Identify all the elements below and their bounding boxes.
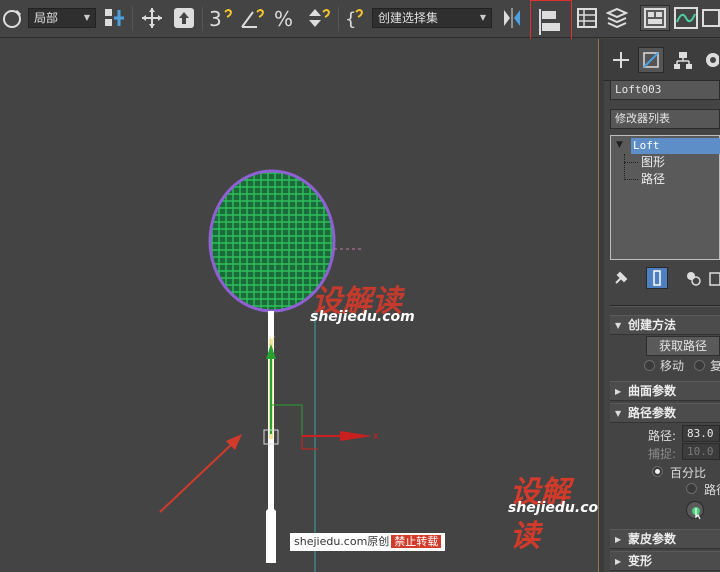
reference-coord-dropdown[interactable]: 局部 ▼ [28,8,96,28]
stack-item-loft[interactable]: Loft [631,138,720,154]
transform-gizmo[interactable]: y x [263,334,379,450]
select-link-icon[interactable] [0,5,26,31]
handle-taper [266,507,276,511]
mirror-icon[interactable] [498,5,526,31]
credit-site: shejiedu.com原创 [294,535,390,548]
layers-icon[interactable] [604,5,630,31]
axis-y-label: y [269,334,275,345]
motion-tab-icon[interactable] [700,47,720,73]
snap-value-spinner[interactable]: 10.0 [682,443,720,460]
stack-item-path[interactable]: 路径 [641,171,665,187]
toolbar-divider [338,7,339,31]
expand-triangle-icon: ▶ [615,557,622,566]
remove-modifier-icon[interactable] [708,269,720,287]
svg-text:%: % [274,7,293,30]
perspective-viewport[interactable]: y x 设解读 shejiedu.com 设解读 shejiedu.com sh… [0,39,613,572]
object-name-field[interactable]: Loft003 [610,80,720,100]
path-steps-radio[interactable] [686,483,697,494]
expand-triangle-icon: ▶ [615,387,622,396]
watermark-url-2: shejiedu.com [508,500,613,516]
snap-value-label: 捕捉: [648,447,677,461]
copy-label: 复 [710,359,720,373]
path-value-spinner[interactable]: 83.0 [682,425,720,442]
ribbon-toggle-icon[interactable] [640,5,670,31]
racket-handle[interactable] [266,511,276,563]
align-icon[interactable] [530,0,572,43]
pick-shape-icon[interactable] [686,501,704,520]
create-tab-icon[interactable] [608,47,634,73]
svg-text:3: 3 [209,7,222,30]
hierarchy-tab-icon[interactable] [670,47,696,73]
modify-tab-icon[interactable] [638,47,664,73]
percentage-radio[interactable] [652,466,663,477]
surface-params-header[interactable]: ▶ 曲面参数 [610,381,720,401]
layer-explorer-icon[interactable] [574,5,600,31]
credit-bar: shejiedu.com原创 禁止转载 [290,533,446,551]
pin-stack-icon[interactable] [612,269,630,287]
command-panel: Loft003 修改器列表 ▼ Loft 图形 路径 ▼ 创建方法 获取路径 移… [604,39,720,572]
stack-tree-lines [624,154,625,180]
path-steps-label: 路径 [704,483,720,497]
svg-text:{: { [345,9,356,30]
command-panel-tabs [604,39,720,81]
make-unique-icon[interactable] [684,269,702,287]
modifier-stack: ▼ Loft 图形 路径 [610,135,720,260]
toolbar-divider [132,7,133,31]
modifier-list-dropdown[interactable]: 修改器列表 [610,109,720,129]
watermark-url-text: shejiedu.com [310,309,415,325]
stack-tree-line [624,179,638,180]
creation-method-header[interactable]: ▼ 创建方法 [610,315,720,335]
curve-editor-icon[interactable] [672,5,700,31]
schematic-view-icon[interactable] [702,5,720,31]
expand-triangle-icon: ▶ [615,535,622,544]
skin-params-header[interactable]: ▶ 蒙皮参数 [610,529,720,549]
stack-item-shape[interactable]: 图形 [641,154,665,170]
manipulate-icon[interactable] [170,5,198,31]
percentage-label: 百分比 [670,466,707,480]
path-value-label: 路径: [648,429,677,443]
collapse-triangle-icon: ▼ [615,321,622,330]
copy-radio[interactable] [694,360,705,371]
watermark-url: shejiedu.com [310,309,415,325]
spinner-snap-icon[interactable] [304,5,334,31]
credit-notice: 禁止转载 [391,535,442,548]
edit-named-selection-icon[interactable]: { [342,5,370,31]
move-radio[interactable] [644,360,655,371]
path-params-header[interactable]: ▼ 路径参数 [610,403,720,423]
collapse-triangle-icon: ▼ [615,409,622,418]
deformations-header[interactable]: ▶ 变形 [610,551,720,571]
move-gizmo-icon[interactable] [138,5,166,31]
expand-triangle-icon[interactable]: ▼ [616,140,623,150]
move-label: 移动 [660,359,685,373]
stack-tree-line [624,162,638,163]
annotation-arrow [159,434,242,513]
watermark-url-2-text: shejiedu.com [508,500,613,516]
get-path-button[interactable]: 获取路径 [646,336,720,356]
pivot-center-icon[interactable] [100,5,128,31]
show-end-result-icon[interactable] [646,267,668,289]
angle-snap-icon[interactable] [238,5,268,31]
percent-snap-icon[interactable]: % [272,5,302,31]
named-selection-dropdown[interactable]: 创建选择集 ▼ [372,8,492,28]
axis-x-label: x [373,431,379,442]
main-toolbar: 局部 ▼ 3 % { 创建选择集 ▼ [0,0,720,43]
panel-divider [610,305,720,307]
toolbar-divider [202,7,203,31]
snap-3d-icon[interactable]: 3 [206,5,236,31]
